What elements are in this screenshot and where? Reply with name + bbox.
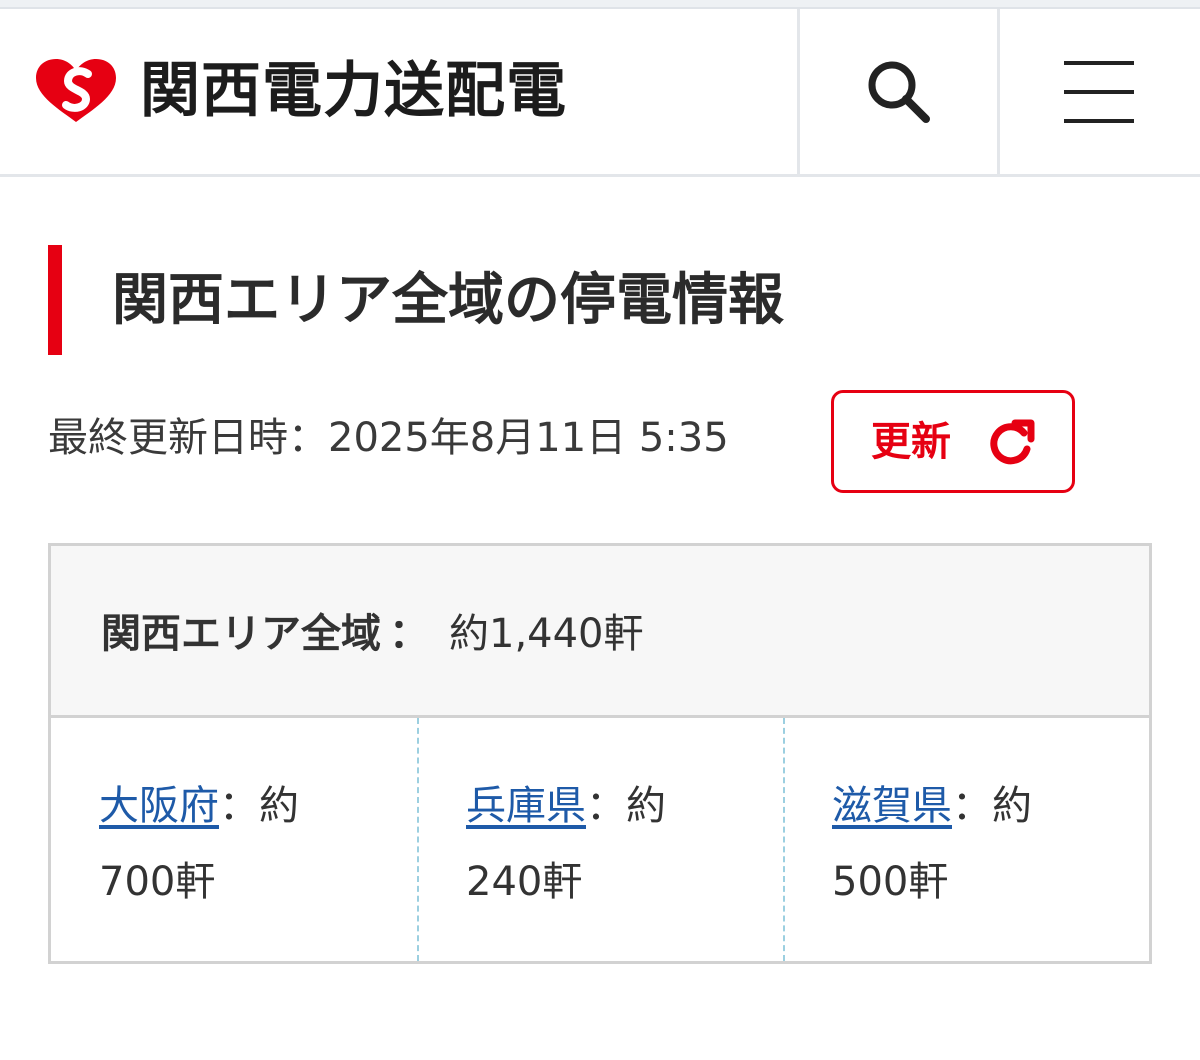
area-total: 関西エリア全域： 約1,440軒 [101,608,644,660]
area-total-label: 関西エリア全域 [101,611,381,657]
prefecture-count-prefix: ：約 [219,783,299,829]
title-accent-bar [48,245,62,355]
prefecture-count: 240軒 [466,859,583,905]
refresh-icon [990,419,1035,464]
search-button[interactable] [797,9,997,174]
prefecture-line: 滋賀県：約 [832,780,1032,832]
prefecture-count-prefix: ：約 [586,783,666,829]
last-updated-label: 最終更新日時： [48,415,328,461]
logo-text: 関西電力送配電 [140,56,567,126]
top-border [0,0,1200,9]
prefecture-cell-hyogo: 兵庫県：約 240軒 [417,718,783,961]
hamburger-menu-icon [1063,60,1134,123]
logo-mark-icon [36,59,116,122]
area-total-colon: ： [389,611,429,657]
prefecture-link-osaka[interactable]: 大阪府 [99,783,219,829]
site-logo[interactable]: 関西電力送配電 [30,56,567,126]
prefecture-count-prefix: ：約 [952,783,1032,829]
refresh-button[interactable]: 更新 [831,390,1075,493]
last-updated-value: 2025年8月11日 5:35 [328,415,729,461]
area-total-count: 約1,440軒 [449,611,644,657]
prefecture-cell-shiga: 滋賀県：約 500軒 [783,718,1149,961]
prefecture-cell-osaka: 大阪府：約 700軒 [51,718,417,961]
last-updated: 最終更新日時：2025年8月11日 5:35 [48,412,729,464]
prefecture-link-shiga[interactable]: 滋賀県 [832,783,952,829]
prefecture-link-hyogo[interactable]: 兵庫県 [466,783,586,829]
summary-header-row: 関西エリア全域： 約1,440軒 [51,546,1149,718]
prefecture-count: 700軒 [99,859,216,905]
outage-summary-table: 関西エリア全域：約1,440軒 大阪府：約 700軒 兵庫県：約 240軒 滋賀… [48,543,1152,964]
prefecture-count: 500軒 [832,859,949,905]
prefecture-line: 大阪府：約 [99,780,299,832]
page-title: 関西エリア全域の停電情報 [112,268,784,333]
site-header: 関西電力送配電 [0,9,1200,177]
refresh-button-label: 更新 [871,418,951,465]
prefecture-line: 兵庫県：約 [466,780,666,832]
menu-button[interactable] [997,9,1197,174]
search-icon [868,61,930,123]
prefecture-row: 大阪府：約 700軒 兵庫県：約 240軒 滋賀県：約 500軒 [51,718,1149,961]
